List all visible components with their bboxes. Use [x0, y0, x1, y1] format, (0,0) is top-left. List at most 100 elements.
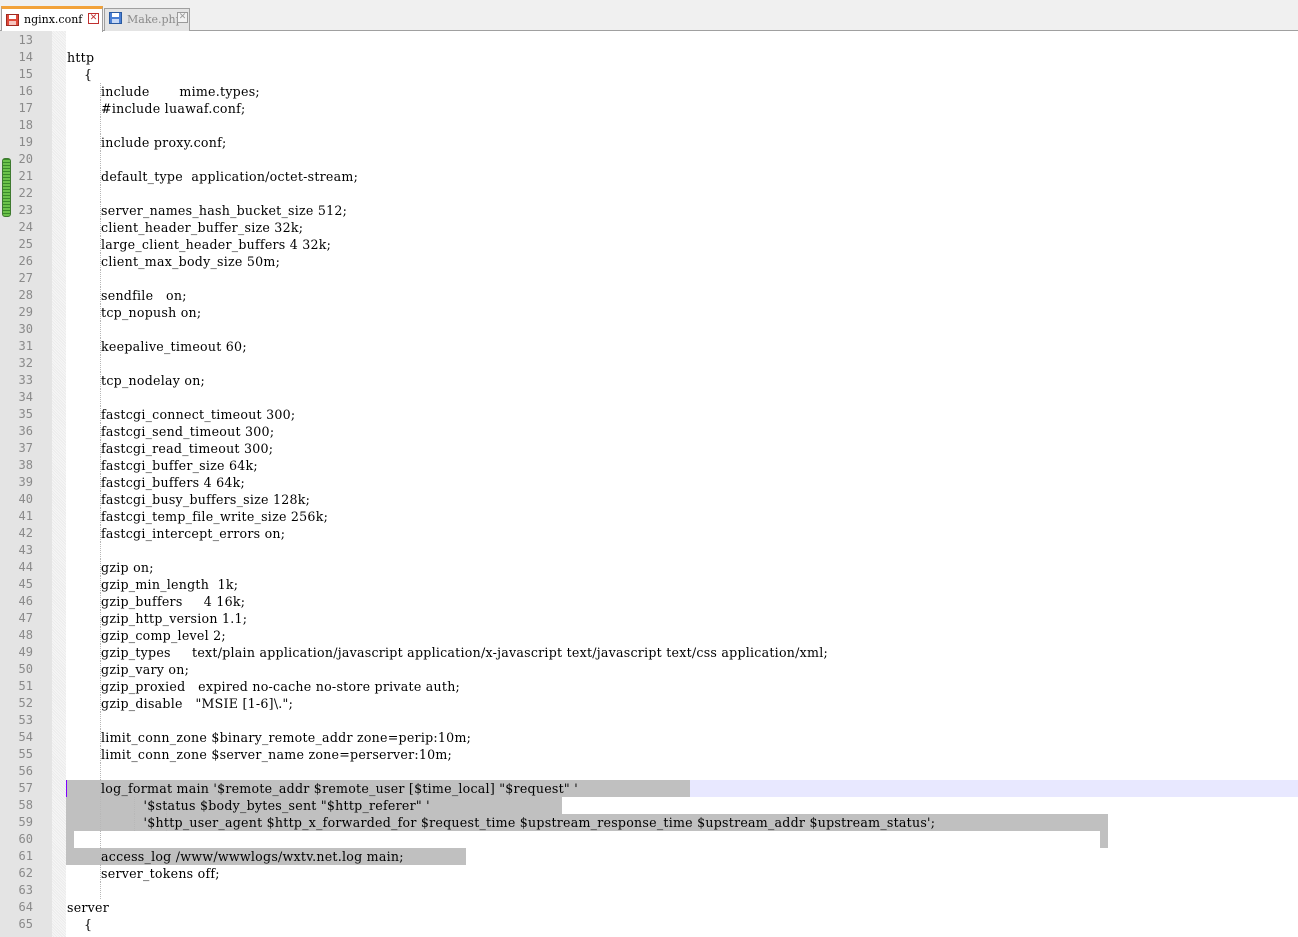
code-line[interactable]: 28 sendfile on;: [19, 287, 1298, 304]
code-line[interactable]: 29 tcp_nopush on;: [19, 304, 1298, 321]
code-line[interactable]: 55 limit_conn_zone $server_name zone=per…: [19, 746, 1298, 763]
code-line[interactable]: 42 fastcgi_intercept_errors on;: [19, 525, 1298, 542]
code-line[interactable]: 65 {: [19, 916, 1298, 933]
line-number: 53: [18, 713, 33, 727]
tab-bar: nginx.conf ✕ Make.php ✕: [0, 0, 1298, 32]
line-number: 61: [18, 849, 33, 863]
code-line[interactable]: 40 fastcgi_busy_buffers_size 128k;: [19, 491, 1298, 508]
code-line[interactable]: 30: [19, 321, 1298, 338]
code-line[interactable]: 63: [19, 882, 1298, 899]
code-line[interactable]: 21 default_type application/octet-stream…: [19, 168, 1298, 185]
code-line[interactable]: 51 gzip_proxied expired no-cache no-stor…: [19, 678, 1298, 695]
code-line[interactable]: 15 {: [19, 66, 1298, 83]
code-line[interactable]: 17 #include luawaf.conf;: [19, 100, 1298, 117]
line-number: 59: [18, 815, 33, 829]
code-text: include mime.types;: [67, 84, 260, 99]
code-line[interactable]: 60: [19, 831, 1298, 848]
code-line[interactable]: 59 '$http_user_agent $http_x_forwarded_f…: [19, 814, 1298, 831]
code-line[interactable]: 56: [19, 763, 1298, 780]
code-line[interactable]: 18: [19, 117, 1298, 134]
line-number: 50: [18, 662, 33, 676]
code-line[interactable]: 47 gzip_http_version 1.1;: [19, 610, 1298, 627]
code-line[interactable]: 52 gzip_disable "MSIE [1-6]\.";: [19, 695, 1298, 712]
code-line[interactable]: 13: [19, 32, 1298, 49]
code-line[interactable]: 24 client_header_buffer_size 32k;: [19, 219, 1298, 236]
line-number: 25: [18, 237, 33, 251]
code-line[interactable]: 46 gzip_buffers 4 16k;: [19, 593, 1298, 610]
code-line[interactable]: 25 large_client_header_buffers 4 32k;: [19, 236, 1298, 253]
code-line[interactable]: 45 gzip_min_length 1k;: [19, 576, 1298, 593]
line-number: 49: [18, 645, 33, 659]
line-number: 16: [18, 84, 33, 98]
code-line[interactable]: 38 fastcgi_buffer_size 64k;: [19, 457, 1298, 474]
code-text: include proxy.conf;: [67, 135, 227, 150]
line-number: 27: [18, 271, 33, 285]
code-line[interactable]: 32: [19, 355, 1298, 372]
code-text: gzip_disable "MSIE [1-6]\.";: [67, 696, 294, 711]
code-line[interactable]: 57 log_format main '$remote_addr $remote…: [19, 780, 1298, 797]
selection-highlight: [66, 831, 1108, 848]
code-line[interactable]: 26 client_max_body_size 50m;: [19, 253, 1298, 270]
code-line[interactable]: 58 '$status $body_bytes_sent "$http_refe…: [19, 797, 1298, 814]
line-number: 31: [18, 339, 33, 353]
line-number: 62: [18, 866, 33, 880]
code-line[interactable]: 41 fastcgi_temp_file_write_size 256k;: [19, 508, 1298, 525]
code-line[interactable]: 22: [19, 185, 1298, 202]
code-line[interactable]: 31 keepalive_timeout 60;: [19, 338, 1298, 355]
line-number: 39: [18, 475, 33, 489]
line-number: 38: [18, 458, 33, 472]
line-number: 40: [18, 492, 33, 506]
line-number: 56: [18, 764, 33, 778]
line-number: 60: [18, 832, 33, 846]
line-number: 48: [18, 628, 33, 642]
tab-make-php[interactable]: Make.php ✕: [104, 8, 190, 31]
line-number: 26: [18, 254, 33, 268]
code-line[interactable]: 61 access_log /www/wwwlogs/wxtv.net.log …: [19, 848, 1298, 865]
code-text: log_format main '$remote_addr $remote_us…: [67, 781, 578, 796]
fold-margin[interactable]: [52, 31, 66, 937]
line-number: 52: [18, 696, 33, 710]
line-number: 63: [18, 883, 33, 897]
close-icon[interactable]: ✕: [88, 13, 99, 24]
code-text: sendfile on;: [67, 288, 187, 303]
code-line[interactable]: 54 limit_conn_zone $binary_remote_addr z…: [19, 729, 1298, 746]
code-line[interactable]: 35 fastcgi_connect_timeout 300;: [19, 406, 1298, 423]
code-line[interactable]: 50 gzip_vary on;: [19, 661, 1298, 678]
code-text: gzip_min_length 1k;: [67, 577, 239, 592]
tab-label: nginx.conf: [24, 13, 83, 26]
code-line[interactable]: 48 gzip_comp_level 2;: [19, 627, 1298, 644]
line-number: 41: [18, 509, 33, 523]
code-line[interactable]: 49 gzip_types text/plain application/jav…: [19, 644, 1298, 661]
tab-label: Make.php: [127, 13, 183, 26]
code-line[interactable]: 16 include mime.types;: [19, 83, 1298, 100]
line-number: 17: [18, 101, 33, 115]
code-line[interactable]: 44 gzip on;: [19, 559, 1298, 576]
tab-nginx-conf[interactable]: nginx.conf ✕: [1, 6, 103, 32]
code-line[interactable]: 14 http: [19, 49, 1298, 66]
code-line[interactable]: 23 server_names_hash_bucket_size 512;: [19, 202, 1298, 219]
code-line[interactable]: 34: [19, 389, 1298, 406]
code-editor[interactable]: 13 14 http 15 {16 include mime.types; 17 #in…: [0, 31, 1298, 937]
close-icon[interactable]: ✕: [177, 12, 188, 23]
code-text: fastcgi_buffers 4 64k;: [67, 475, 246, 490]
code-line[interactable]: 27: [19, 270, 1298, 287]
code-text: limit_conn_zone $server_name zone=perser…: [67, 747, 453, 762]
code-line[interactable]: 20: [19, 151, 1298, 168]
code-line[interactable]: 19 include proxy.conf;: [19, 134, 1298, 151]
indent-guide: [100, 270, 101, 287]
code-line[interactable]: 62 server_tokens off;: [19, 865, 1298, 882]
code-line[interactable]: 39 fastcgi_buffers 4 64k;: [19, 474, 1298, 491]
line-number: 21: [18, 169, 33, 183]
code-text: {: [67, 67, 93, 82]
code-line[interactable]: 37 fastcgi_read_timeout 300;: [19, 440, 1298, 457]
code-line[interactable]: 43: [19, 542, 1298, 559]
code-line[interactable]: 64 server: [19, 899, 1298, 916]
code-line[interactable]: 36 fastcgi_send_timeout 300;: [19, 423, 1298, 440]
code-text: gzip_proxied expired no-cache no-store p…: [67, 679, 461, 694]
text-area[interactable]: 13 14 http 15 {16 include mime.types; 17 #in…: [19, 31, 1298, 937]
code-line[interactable]: 33 tcp_nodelay on;: [19, 372, 1298, 389]
code-line[interactable]: 53: [19, 712, 1298, 729]
indent-guide: [100, 882, 101, 899]
indent-guide: [100, 763, 101, 780]
save-file-icon: [6, 14, 19, 26]
